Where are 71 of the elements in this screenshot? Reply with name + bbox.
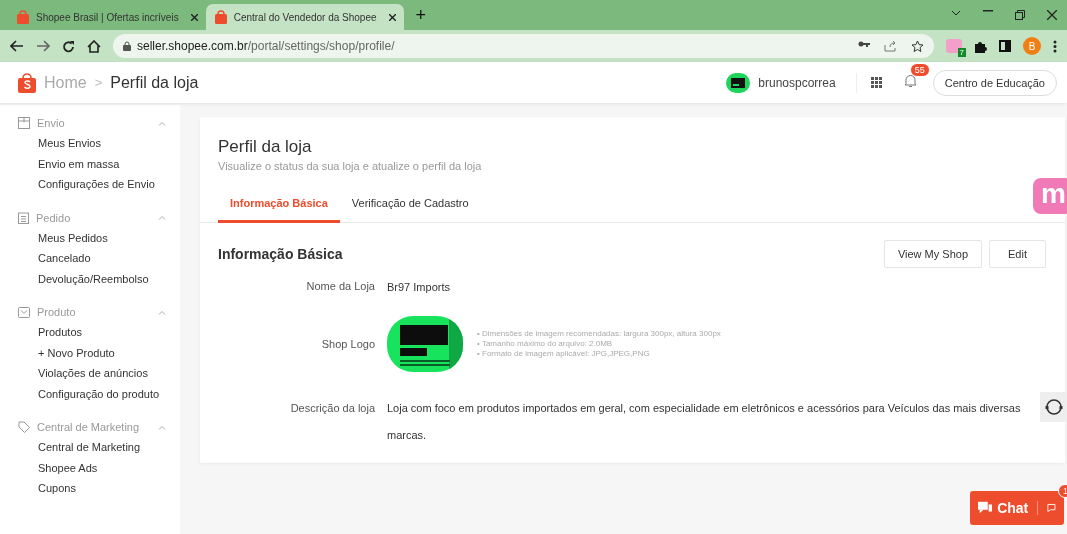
logo-hint: • Dimensões de imagem recomendadas: largura 300px, altura 300px: [477, 329, 721, 339]
notification-badge: 55: [909, 62, 930, 77]
sidebar-item[interactable]: Meus Envios: [38, 137, 180, 152]
new-tab-button[interactable]: +: [415, 5, 427, 26]
page-subtitle: Visualize o status da sua loja e atualize o perfil da loja: [218, 160, 483, 172]
tab[interactable]: Verificação de Cadastro: [339, 185, 481, 223]
minimize-icon[interactable]: [983, 10, 993, 12]
field-value: Br97 Imports: [387, 280, 451, 294]
section-title: Informação Básica: [218, 246, 344, 262]
key-icon[interactable]: [858, 39, 870, 48]
chat-badge: 1: [1058, 484, 1067, 498]
shop-avatar[interactable]: [726, 72, 751, 93]
sidebar-item[interactable]: Envio em massa: [38, 157, 180, 172]
shopping-bag-icon: [213, 10, 228, 24]
headset-icon: [1044, 398, 1063, 416]
bag-icon: [18, 306, 30, 318]
chat-button[interactable]: Chat: [970, 491, 1064, 525]
sidebar-item[interactable]: Devolução/Reembolso: [38, 272, 180, 287]
shopping-bag-icon: [16, 10, 30, 24]
apps-grid-icon[interactable]: [870, 77, 882, 88]
close-icon[interactable]: [388, 13, 396, 21]
tab[interactable]: Informação Básica: [218, 185, 340, 223]
field-label: Shop Logo: [320, 338, 375, 350]
view-shop-button[interactable]: View My Shop: [883, 240, 983, 268]
restore-icon[interactable]: [1015, 10, 1025, 20]
sidebar-item[interactable]: Cancelado: [38, 252, 180, 267]
sidebar-item[interactable]: + Novo Produto: [38, 346, 180, 361]
box-icon: [18, 117, 30, 129]
logo-hint: • Formato de imagem aplicável: JPG,JPEG,PNG: [477, 349, 651, 359]
browser-tab[interactable]: Shopee Brasil | Ofertas incríveis: [8, 4, 206, 30]
share-icon[interactable]: [884, 39, 897, 52]
education-center-button[interactable]: Centro de Educação: [932, 69, 1057, 96]
back-arrow-icon[interactable]: [10, 40, 24, 52]
close-icon[interactable]: [190, 13, 198, 21]
home-icon[interactable]: [87, 39, 101, 53]
browser-tab[interactable]: Central do Vendedor da Shopee: [205, 4, 404, 30]
edit-button[interactable]: Edit: [989, 240, 1046, 268]
forward-arrow-icon[interactable]: [36, 40, 50, 52]
chevron-down-icon[interactable]: [951, 10, 961, 16]
address-bar[interactable]: seller.shopee.com.br/portal/settings/shop/profile/: [113, 34, 934, 58]
sidebar-item[interactable]: Cupons: [38, 482, 180, 497]
sidebar-item[interactable]: Meus Pedidos: [38, 231, 180, 246]
sidebar-item[interactable]: Central de Marketing: [38, 441, 180, 456]
lock-icon: [123, 41, 131, 51]
puzzle-icon[interactable]: [974, 39, 987, 53]
extension-badge: 7: [957, 48, 966, 57]
shopee-bag-logo[interactable]: [18, 72, 36, 93]
page-title: Perfil da loja: [218, 137, 313, 157]
sidebar-item[interactable]: Violações de anúncios: [38, 367, 180, 382]
bell-icon[interactable]: [903, 73, 917, 88]
sidebar-item[interactable]: Configuração do produto: [38, 387, 180, 402]
more-icon[interactable]: [1053, 39, 1057, 53]
field-label: Nome da Loja: [305, 280, 375, 292]
username[interactable]: brunospcorrea: [758, 75, 836, 90]
support-button[interactable]: [1040, 392, 1067, 422]
side-panel-icon[interactable]: [999, 40, 1011, 52]
minimize-chat-icon[interactable]: [1047, 503, 1056, 513]
field-label: Descrição da loja: [289, 402, 375, 414]
chat-bubbles-icon: [978, 501, 993, 515]
breadcrumb-current: Perfil da loja: [110, 73, 199, 92]
tag-icon: [18, 421, 30, 433]
close-icon[interactable]: [1047, 10, 1057, 20]
star-icon[interactable]: [911, 39, 924, 53]
sidebar-item[interactable]: Configurações de Envio: [38, 178, 180, 193]
reload-icon[interactable]: [62, 39, 75, 53]
clipboard-icon: [18, 211, 29, 224]
logo-hint: • Tamanho máximo do arquivo: 2.0MB: [477, 339, 614, 349]
sidebar-item[interactable]: Produtos: [38, 326, 180, 341]
breadcrumb-separator: >: [94, 75, 103, 90]
field-value: Loja com foco em produtos importados em geral, com especialidade em eletrônicos e acessórios para Veículos das mais diversas marcas.: [387, 401, 1022, 443]
sidebar-item[interactable]: Shopee Ads: [38, 461, 180, 476]
